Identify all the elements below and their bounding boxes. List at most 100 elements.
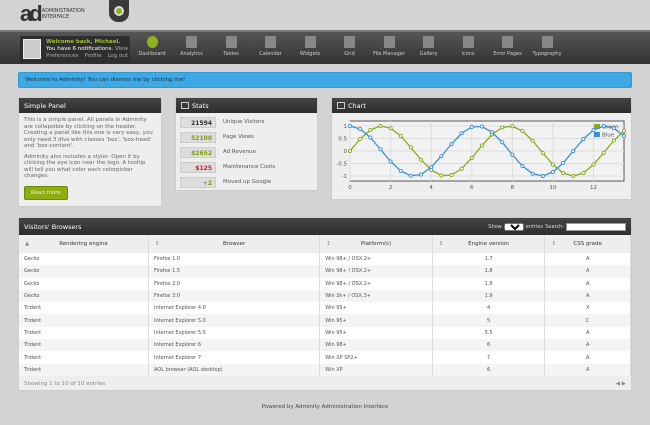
table-cell: Win 2k+ / OSX.3+ bbox=[319, 289, 433, 303]
table-row[interactable]: Trident Internet Explorer 7 Win XP SP2+ 7 A bbox=[19, 351, 631, 364]
data-point bbox=[561, 160, 566, 166]
x-tick-label: 12 bbox=[590, 185, 597, 191]
nav-calendar[interactable]: Calendar bbox=[251, 36, 291, 57]
column-header[interactable]: ⇕ CSS grade bbox=[544, 235, 631, 253]
stat-row: 52100 Page Views bbox=[180, 131, 313, 143]
column-header[interactable]: ⇕ Platform(s) bbox=[319, 235, 433, 253]
stat-label: Page Views bbox=[223, 134, 254, 140]
column-header[interactable]: ⇕ Browser bbox=[148, 235, 321, 253]
data-point bbox=[591, 162, 596, 167]
nav-error-pages[interactable]: Error Pages bbox=[488, 36, 528, 57]
column-header[interactable]: ⇕ Engine version bbox=[432, 235, 546, 253]
preferences-link[interactable]: Preferences bbox=[46, 53, 78, 59]
data-point bbox=[611, 138, 616, 143]
logout-link[interactable]: Log out bbox=[107, 53, 128, 59]
table-cell: 6 bbox=[432, 363, 546, 376]
view-link[interactable]: View bbox=[115, 46, 128, 52]
stat-value: $2652 bbox=[180, 146, 216, 158]
table-row[interactable]: Trident Internet Explorer 4.0 Win 95+ 4 X bbox=[19, 302, 631, 315]
table-row[interactable]: Gecko Firefox 1.0 Win 98+ / OSX.2+ 1.7 A bbox=[19, 253, 631, 266]
user-box: Welcome back, Michael. You have 6 notifi… bbox=[20, 36, 130, 63]
stats-icon bbox=[181, 102, 189, 109]
data-point bbox=[358, 126, 363, 132]
data-point bbox=[621, 128, 627, 134]
data-point bbox=[479, 124, 484, 129]
styler-eye-button[interactable] bbox=[109, 0, 129, 22]
nav-typography[interactable]: Typography bbox=[527, 36, 567, 57]
data-point bbox=[581, 170, 586, 176]
data-point bbox=[611, 126, 616, 131]
table-cell: Trident bbox=[19, 302, 149, 315]
table-cell: A bbox=[544, 351, 631, 364]
next-page-button[interactable]: ▶ bbox=[622, 381, 626, 387]
read-more-button[interactable]: Read more bbox=[24, 185, 68, 200]
table-row[interactable]: Trident Internet Explorer 5.0 Win 95+ 5 C bbox=[19, 314, 631, 327]
stat-label: Maintenance Costs bbox=[223, 164, 276, 170]
profile-link[interactable]: Profile bbox=[84, 53, 101, 59]
data-point bbox=[358, 136, 363, 142]
data-point bbox=[368, 127, 373, 133]
table-cell: 7 bbox=[432, 351, 546, 364]
search-input[interactable] bbox=[566, 222, 626, 231]
table-row[interactable]: Gecko Firefox 3.0 Win 2k+ / OSX.3+ 1.9 A bbox=[19, 289, 631, 303]
prev-page-button[interactable]: ◀ bbox=[616, 381, 620, 387]
table-cell: Internet Explorer 5.0 bbox=[148, 314, 321, 327]
browsers-table: ▲ Rendering engine ⇕ Browser ⇕ Platform(s) ⇕ En… bbox=[19, 235, 631, 376]
table-cell: Internet Explorer 5.5 bbox=[148, 326, 321, 340]
table-row[interactable]: Trident Internet Explorer 6 Win 98+ 6 A bbox=[19, 339, 631, 352]
table-row[interactable]: Trident AOL browser (AOL desktop) Win XP 6 A bbox=[19, 363, 631, 376]
table-cell: Win 95+ bbox=[319, 302, 433, 315]
table-cell: Trident bbox=[19, 363, 149, 376]
nav-widgets[interactable]: Widgets bbox=[290, 36, 330, 57]
image-icon bbox=[423, 36, 434, 48]
table-cell: 1.8 bbox=[432, 265, 546, 278]
stat-row: $125 Maintenance Costs bbox=[180, 161, 313, 173]
x-tick-label: 2 bbox=[389, 185, 393, 191]
table-row[interactable]: Trident Internet Explorer 5.5 Win 95+ 5.5 A bbox=[19, 326, 631, 340]
data-point bbox=[398, 168, 403, 174]
data-point bbox=[429, 165, 434, 170]
table-cell: Win 95+ bbox=[319, 314, 433, 327]
gauge-icon bbox=[186, 36, 197, 48]
panel-header[interactable]: Stats bbox=[176, 98, 317, 113]
panel-header[interactable]: Visitors' Browsers Show 10 entries Search… bbox=[19, 218, 631, 235]
table-cell: 1.9 bbox=[432, 289, 546, 303]
column-header[interactable]: ▲ Rendering engine bbox=[19, 235, 149, 253]
nav-analytics[interactable]: Analytics bbox=[172, 36, 212, 57]
nav-grid[interactable]: Grid bbox=[330, 36, 370, 57]
table-row[interactable]: Gecko Firefox 2.0 Win 98+ / OSX.2+ 1.8 A bbox=[19, 277, 631, 290]
stat-row: +2 Moved up Google bbox=[180, 176, 313, 188]
data-point bbox=[561, 170, 566, 176]
table-row[interactable]: Gecko Firefox 1.5 Win 98+ / OSX.2+ 1.8 A bbox=[19, 265, 631, 278]
widgets-icon bbox=[304, 36, 316, 48]
nav-tables[interactable]: Tables bbox=[211, 36, 251, 57]
table-cell: Win 98+ / OSX.2+ bbox=[319, 253, 433, 266]
welcome-text: Welcome back, Michael. bbox=[46, 39, 121, 45]
logo[interactable]: ad ADMINISTRATION INTERFACE bbox=[20, 3, 86, 25]
y-tick-label: 0 bbox=[344, 149, 348, 155]
table-cell: 1.7 bbox=[432, 253, 546, 266]
data-point bbox=[347, 148, 353, 154]
nav-gallery[interactable]: Gallery bbox=[409, 36, 449, 57]
nav-icons[interactable]: Icons bbox=[448, 36, 488, 57]
table-cell: Trident bbox=[19, 339, 149, 352]
welcome-alert[interactable]: Welcome to Adminity! You can dismiss me … bbox=[18, 72, 632, 88]
data-point bbox=[378, 147, 383, 152]
data-point bbox=[408, 145, 413, 150]
footer: Powered by Adminity Administration Inter… bbox=[261, 404, 389, 410]
stat-label: Moved up Google bbox=[223, 179, 272, 185]
panel-header[interactable]: Chart bbox=[332, 98, 631, 113]
panel-header[interactable]: Simple Panel bbox=[19, 98, 161, 113]
stat-value: $125 bbox=[180, 161, 216, 173]
page-size-select[interactable]: 10 bbox=[503, 222, 524, 231]
grid-icon bbox=[344, 36, 355, 48]
nav-file-manager[interactable]: File Manager bbox=[369, 36, 409, 57]
nav-dashboard[interactable]: Dashboard bbox=[132, 36, 172, 57]
data-point bbox=[530, 138, 535, 143]
calendar-icon bbox=[265, 36, 276, 48]
table-cell: Firefox 1.0 bbox=[148, 253, 321, 266]
table-cell: Internet Explorer 6 bbox=[148, 339, 321, 352]
warning-icon bbox=[502, 36, 513, 48]
notifications-text: You have 6 notifications. bbox=[46, 46, 114, 52]
table-info: Showing 1 to 10 of 10 entries bbox=[24, 380, 106, 387]
